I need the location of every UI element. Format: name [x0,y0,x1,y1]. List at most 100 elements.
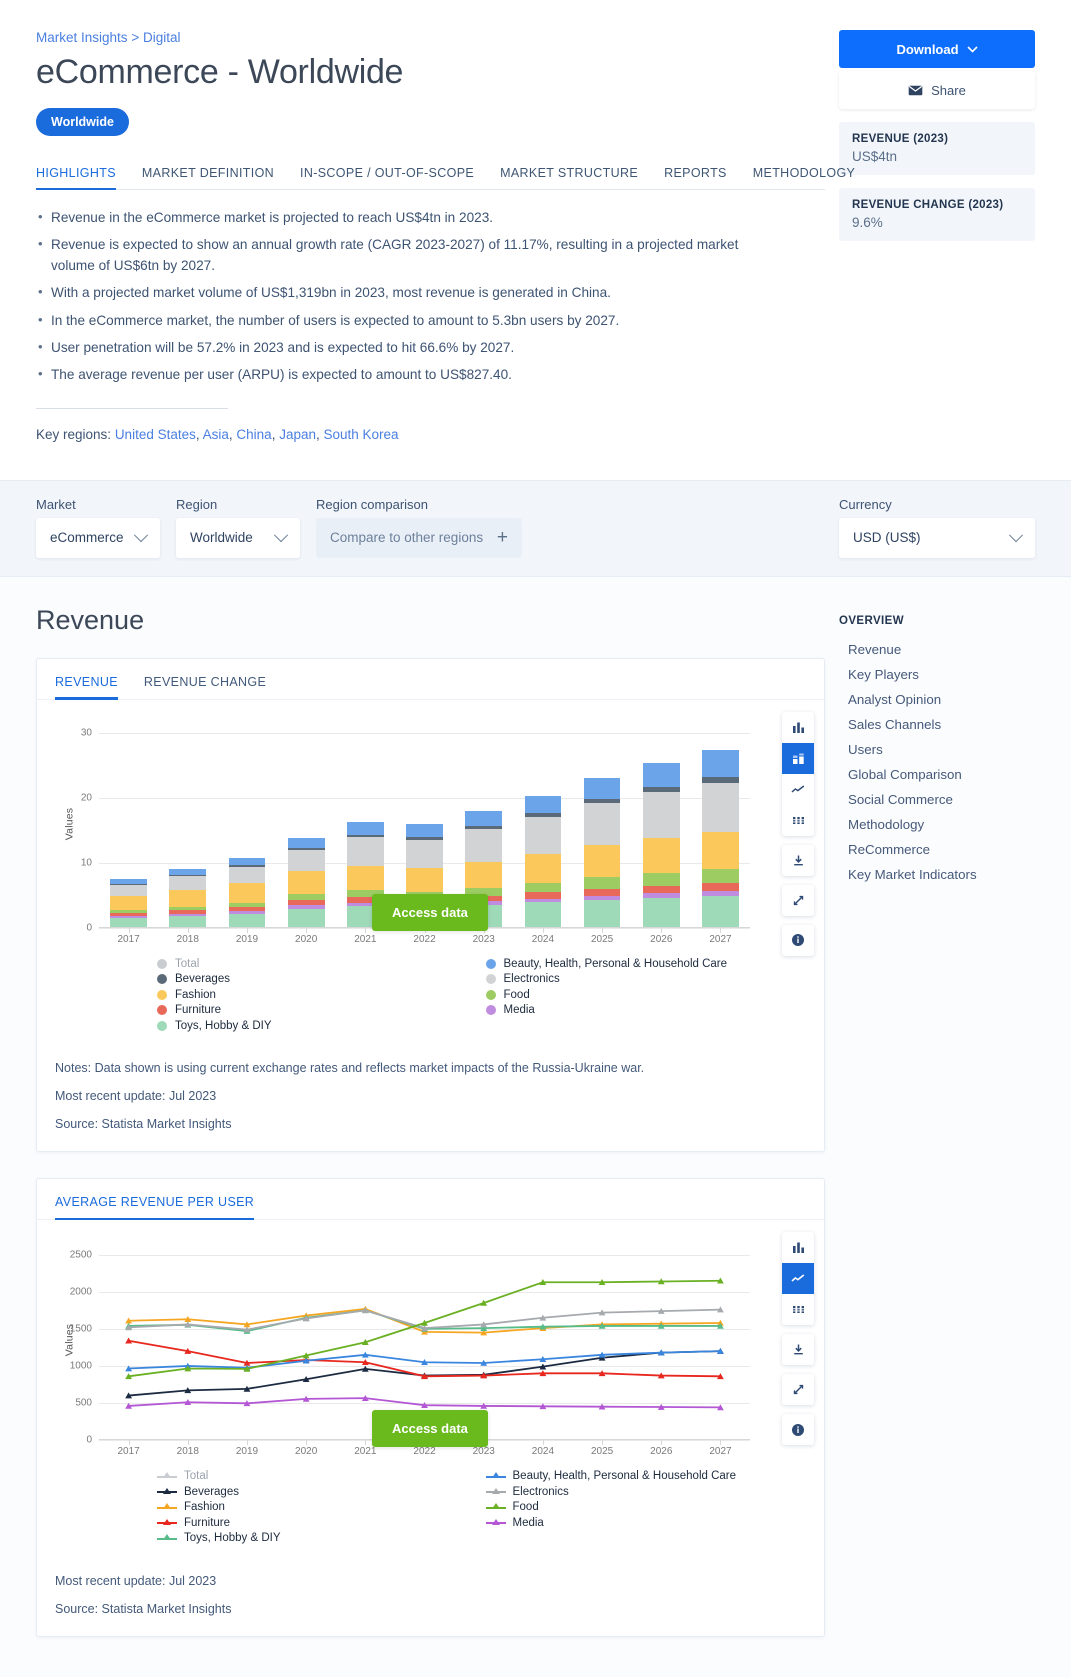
legend-item[interactable]: Media [485,1517,815,1529]
line-chart-toggle[interactable] [782,1263,814,1295]
overview-item-revenue[interactable]: Revenue [839,637,1035,662]
legend-item[interactable]: Furniture [157,1517,486,1529]
download-chart-button[interactable] [782,1334,814,1365]
legend-item[interactable]: Food [485,1501,815,1514]
x-axis-label: 2019 [235,1446,259,1458]
market-select[interactable]: eCommerce [36,517,160,558]
bar-segment [465,811,503,827]
column-chart-toggle[interactable] [782,1232,814,1263]
legend-item[interactable]: Fashion [157,1501,486,1513]
key-region-link[interactable]: Asia [203,427,229,442]
legend-item[interactable]: Beverages [157,1486,486,1498]
stacked-bar[interactable] [110,879,147,927]
x-axis-label: 2024 [531,1446,555,1458]
region-comparison-button[interactable]: Compare to other regions + [316,517,522,558]
currency-select[interactable]: USD (US$) [839,517,1035,558]
currency-value: USD (US$) [853,530,921,546]
tab-market-definition[interactable]: MARKET DEFINITION [142,166,274,189]
overview-item-analyst-opinion[interactable]: Analyst Opinion [839,687,1035,712]
stacked-bar[interactable] [702,750,739,927]
legend-label: Furniture [175,1004,222,1017]
highlight-item: Revenue is expected to show an annual gr… [36,234,776,276]
tab-in-scope-out-of-scope[interactable]: IN-SCOPE / OUT-OF-SCOPE [300,166,474,189]
stacked-bar[interactable] [169,868,207,927]
legend-label: Food [512,1501,539,1514]
bar-group [158,720,217,927]
region-select[interactable]: Worldwide [176,517,300,558]
tab-market-structure[interactable]: MARKET STRUCTURE [500,166,638,189]
table-view-toggle[interactable] [782,805,814,836]
stacked-bar[interactable] [642,763,680,927]
overview-item-methodology[interactable]: Methodology [839,812,1035,837]
bar-segment [524,795,562,814]
y-axis-tick: 10 [80,857,92,869]
table-view-toggle[interactable] [782,1294,814,1325]
x-axis-label: 2026 [650,1446,673,1458]
legend-item[interactable]: Food [485,988,815,1001]
legend-item[interactable]: Fashion [157,989,486,1001]
legend-line-marker [157,1533,177,1543]
stacked-bar[interactable] [228,858,266,927]
access-data-button-arpu[interactable]: Access data [372,1410,488,1448]
info-button[interactable] [782,1414,814,1445]
key-region-link[interactable]: South Korea [324,427,399,442]
overview-item-global-comparison[interactable]: Global Comparison [839,762,1035,787]
stacked-bar[interactable] [287,838,325,927]
legend-item[interactable]: Media [485,1004,815,1016]
legend-item[interactable]: Toys, Hobby & DIY [157,1020,486,1032]
breadcrumb-separator: > [131,30,140,45]
column-chart-toggle[interactable] [782,712,814,743]
legend-item[interactable]: Beverages [157,973,486,985]
arpu-chart-legend: Total Beverages Fashion Furniture Toys, Hobb… [157,1440,814,1564]
breadcrumb-root[interactable]: Market Insights [36,30,128,45]
legend-label: Electronics [512,1485,569,1498]
tab-revenue[interactable]: REVENUE [55,675,118,700]
legend-label: Food [503,988,530,1001]
overview-item-users[interactable]: Users [839,737,1035,762]
legend-item[interactable]: Toys, Hobby & DIY [157,1532,486,1544]
overview-item-key-players[interactable]: Key Players [839,662,1035,687]
key-region-link[interactable]: China [236,427,271,442]
bar-segment [287,908,325,927]
breadcrumb-child[interactable]: Digital [143,30,181,45]
fullscreen-button[interactable] [782,885,814,916]
breadcrumb[interactable]: Market Insights > Digital [36,30,825,45]
region-comparison-label: Region comparison [316,496,429,512]
key-region-link[interactable]: United States [115,427,196,442]
overview-item-key-market-indicators[interactable]: Key Market Indicators [839,862,1035,887]
overview-item-recommerce[interactable]: ReCommerce [839,837,1035,862]
fullscreen-button[interactable] [782,1374,814,1405]
bar-segment [169,889,207,907]
overview-item-social-commerce[interactable]: Social Commerce [839,787,1035,812]
line-chart-toggle[interactable] [782,774,814,805]
overview-item-sales-channels[interactable]: Sales Channels [839,712,1035,737]
kpi-value: US$4tn [852,149,898,164]
legend-item[interactable]: Furniture [157,1004,486,1016]
legend-line-marker [157,1487,177,1497]
legend-item[interactable]: Electronics [485,1485,815,1498]
tab-reports[interactable]: REPORTS [664,166,727,189]
region-pill[interactable]: Worldwide [36,108,129,137]
region-value: Worldwide [190,530,253,546]
tab-revenue-change[interactable]: REVENUE CHANGE [144,675,266,699]
share-button[interactable]: Share [839,71,1035,109]
download-chart-button[interactable] [782,845,814,876]
legend-item[interactable]: Electronics [485,973,815,985]
legend-item[interactable]: Total [157,1470,486,1482]
legend-item[interactable]: Beauty, Health, Personal & Household Car… [485,958,815,970]
page-title: eCommerce - Worldwide [36,53,404,91]
tab-average-revenue-per-user[interactable]: AVERAGE REVENUE PER USER [55,1195,255,1221]
stacked-bar[interactable] [583,778,621,927]
tab-highlights[interactable]: HIGHLIGHTS [36,166,116,191]
stacked-bar[interactable] [524,795,562,927]
stacked-bar-chart-toggle[interactable] [782,742,814,774]
key-regions: Key regions: United States, Asia, China,… [36,426,399,442]
download-button[interactable]: Download [839,30,1035,68]
legend-item[interactable]: Beauty, Health, Personal & Household Car… [485,1470,815,1482]
key-region-link[interactable]: Japan [279,427,316,442]
legend-item[interactable]: Total [157,958,486,970]
x-axis-label: 2017 [117,933,140,945]
access-data-button-revenue[interactable]: Access data [372,893,488,931]
info-button[interactable] [782,925,814,956]
tab-methodology[interactable]: METHODOLOGY [753,166,855,189]
